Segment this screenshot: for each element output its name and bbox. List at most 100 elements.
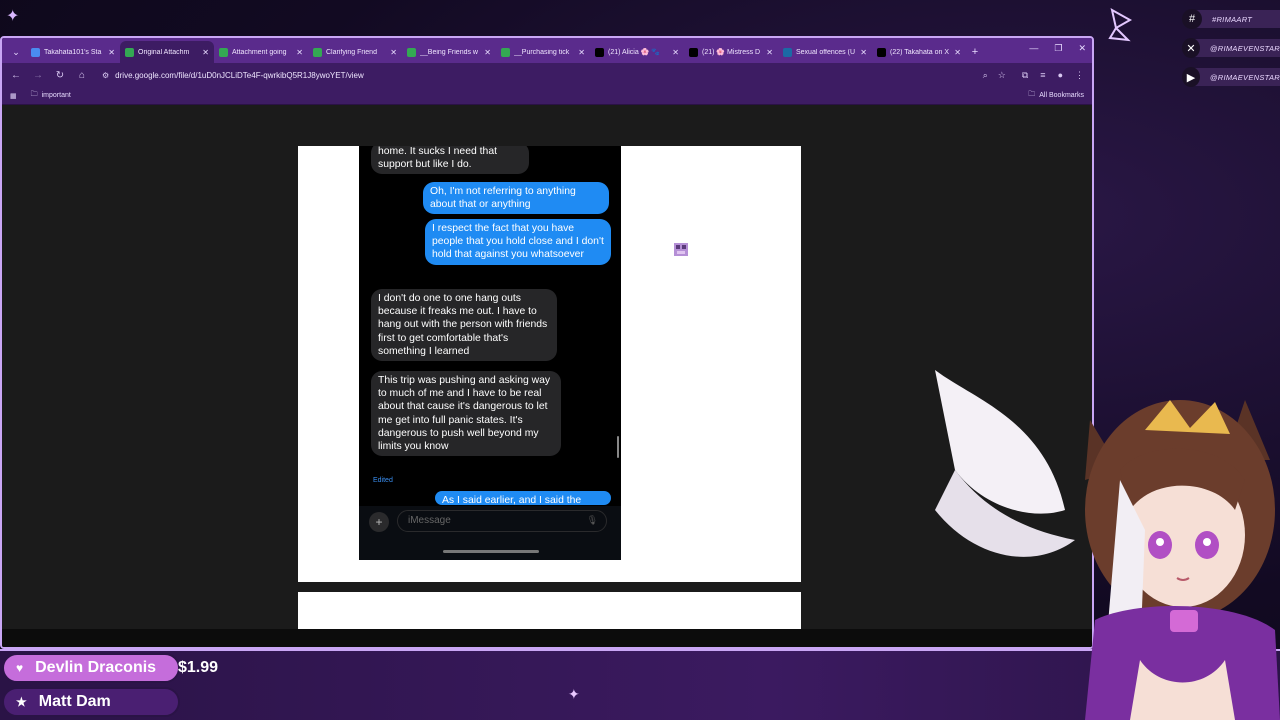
- close-icon[interactable]: ✕: [954, 48, 961, 57]
- follow-alert: ★ Matt Dam: [2, 687, 180, 717]
- drive-icon: [501, 47, 510, 57]
- plus-icon: +: [369, 512, 389, 532]
- tab-9[interactable]: (22) Takahata on X ✕: [872, 41, 966, 63]
- social-row-youtube: ▶ @RIMAEVENSTAR: [1170, 64, 1280, 90]
- tab-3[interactable]: Clarifying Friend ✕: [308, 41, 402, 63]
- star-icon: ★: [16, 695, 27, 709]
- address-bar[interactable]: ⚙ drive.google.com/file/d/1uD0nJCLiDTe4F…: [98, 66, 973, 84]
- bookmark-label: important: [41, 92, 71, 99]
- close-icon[interactable]: ✕: [108, 48, 115, 57]
- alert-name: Matt Dam: [38, 693, 111, 710]
- tab-1[interactable]: Original Attachm ✕: [120, 41, 214, 63]
- hashtag-icon: #: [1182, 9, 1202, 29]
- alert-amount: $1.99: [178, 659, 219, 676]
- sparkle-icon: ✦: [568, 686, 580, 702]
- document-page-next: [298, 592, 801, 632]
- tab-label: __Being Friends w: [420, 48, 478, 56]
- composer-placeholder: iMessage: [408, 515, 451, 526]
- tab-label: Takahata101's Sta: [44, 48, 102, 56]
- tab-5[interactable]: __Purchasing tick ✕: [496, 41, 590, 63]
- message-bubble-sent: As I said earlier, and I said the: [435, 491, 611, 505]
- drive-icon: [219, 47, 228, 57]
- x-logo-icon: [877, 47, 886, 57]
- social-row-x: ✕ @RIMAEVENSTAR: [1170, 35, 1280, 61]
- x-icon: ✕: [1182, 38, 1200, 58]
- media-icon[interactable]: ≡: [1040, 70, 1045, 81]
- message-bubble-sent: Oh, I'm not referring to anything about …: [423, 182, 609, 215]
- url-text: drive.google.com/file/d/1uD0nJCLiDTe4F-q…: [115, 70, 364, 80]
- drive-icon: [313, 47, 322, 57]
- close-icon[interactable]: ✕: [860, 48, 867, 57]
- bookmarks-bar: ▦ 🗀 important 🗀 All Bookmarks: [2, 87, 1092, 105]
- close-icon[interactable]: ✕: [578, 48, 585, 57]
- window-controls: — ❐ ✕: [1029, 43, 1086, 54]
- tab-label: Sexual offences (U: [796, 48, 856, 56]
- tab-0[interactable]: Takahata101's Sta ✕: [26, 41, 120, 63]
- message-bubble-received: This trip was pushing and asking way to …: [371, 371, 561, 457]
- drive-icon: [407, 47, 416, 57]
- x-logo-icon: [689, 47, 698, 57]
- bookmark-star-icon[interactable]: ☆: [998, 70, 1006, 81]
- bookmark-folder-important[interactable]: 🗀 important: [31, 90, 71, 101]
- zoom-icon[interactable]: ⌕: [983, 70, 988, 81]
- minimize-icon[interactable]: —: [1029, 43, 1038, 54]
- site-info-icon[interactable]: ⚙: [102, 71, 109, 80]
- folder-icon: 🗀: [1028, 91, 1036, 98]
- tab-label: (21) Alicia 🌸 🐾: [608, 49, 661, 56]
- social-row-art: # #RIMAART: [1170, 6, 1280, 32]
- message-composer: + iMessage 🎙: [359, 506, 621, 560]
- tab-8[interactable]: Sexual offences (U ✕: [778, 41, 872, 63]
- tab-label: Attachment going: [232, 48, 287, 56]
- social-handles-panel: # #RIMAART ✕ @RIMAEVENSTAR ▶ @RIMAEVENST…: [1170, 6, 1280, 93]
- bookmark-label: All Bookmarks: [1039, 92, 1084, 99]
- social-handle-text: @RIMAEVENSTAR: [1209, 43, 1280, 53]
- document-page: home. It sucks I need that support but l…: [298, 146, 801, 582]
- tab-label: __Purchasing tick: [514, 48, 570, 56]
- microphone-icon: 🎙: [586, 515, 598, 525]
- close-icon[interactable]: ✕: [766, 48, 773, 57]
- x-logo-icon: [595, 47, 604, 57]
- tab-favicon-icon: [31, 47, 40, 57]
- browser-toolbar: ← → ↻ ⌂ ⚙ drive.google.com/file/d/1uD0nJ…: [2, 63, 1092, 87]
- tab-7[interactable]: (21) 🌸 Mistress D ✕: [684, 41, 778, 63]
- close-window-icon[interactable]: ✕: [1078, 43, 1086, 54]
- donation-alert: ♥ Devlin Draconis $1.99: [2, 653, 218, 683]
- chat-screenshot: home. It sucks I need that support but l…: [359, 146, 621, 560]
- close-icon[interactable]: ✕: [484, 48, 491, 57]
- forward-icon[interactable]: →: [32, 70, 44, 81]
- tab-label: (21) 🌸 Mistress D: [702, 49, 761, 56]
- tab-favicon-icon: [783, 47, 792, 57]
- message-bubble-received: home. It sucks I need that support but l…: [371, 146, 529, 175]
- tab-4[interactable]: __Being Friends w ✕: [402, 41, 496, 63]
- back-icon[interactable]: ←: [10, 70, 22, 81]
- vtuber-avatar: [935, 370, 1280, 720]
- youtube-icon: ▶: [1182, 67, 1200, 87]
- menu-icon[interactable]: ⋮: [1075, 70, 1084, 81]
- drive-icon: [125, 47, 134, 57]
- sparkle-icon: ✦: [6, 8, 20, 25]
- close-icon[interactable]: ✕: [296, 48, 303, 57]
- tab-label: Original Attachm: [138, 48, 190, 56]
- folder-icon: 🗀: [30, 91, 38, 98]
- reload-icon[interactable]: ↻: [54, 70, 66, 81]
- tab-6[interactable]: (21) Alicia 🌸 🐾 ✕: [590, 41, 684, 63]
- close-icon[interactable]: ✕: [202, 48, 209, 57]
- close-icon[interactable]: ✕: [672, 48, 679, 57]
- home-indicator: [443, 550, 539, 553]
- tab-strip: ⌄ Takahata101's Sta ✕ Original Attachm ✕ A…: [2, 38, 1092, 63]
- home-icon[interactable]: ⌂: [76, 70, 88, 81]
- scrollbar-thumb: [617, 436, 619, 458]
- all-bookmarks-button[interactable]: 🗀 All Bookmarks: [1028, 90, 1084, 101]
- tab-label: Clarifying Friend: [326, 48, 377, 56]
- pixel-sticker-icon: [674, 243, 688, 256]
- tab-search-icon[interactable]: ⌄: [6, 41, 26, 63]
- extensions-icon[interactable]: ⧉: [1022, 70, 1028, 81]
- restore-icon[interactable]: ❐: [1054, 43, 1062, 54]
- close-icon[interactable]: ✕: [390, 48, 397, 57]
- apps-grid-icon[interactable]: ▦: [10, 92, 17, 100]
- channel-logo-icon: [1108, 8, 1133, 42]
- profile-avatar[interactable]: ●: [1058, 70, 1063, 81]
- new-tab-button[interactable]: +: [966, 41, 984, 63]
- tab-2[interactable]: Attachment going ✕: [214, 41, 308, 63]
- social-handle-text: #RIMAART: [1212, 14, 1253, 24]
